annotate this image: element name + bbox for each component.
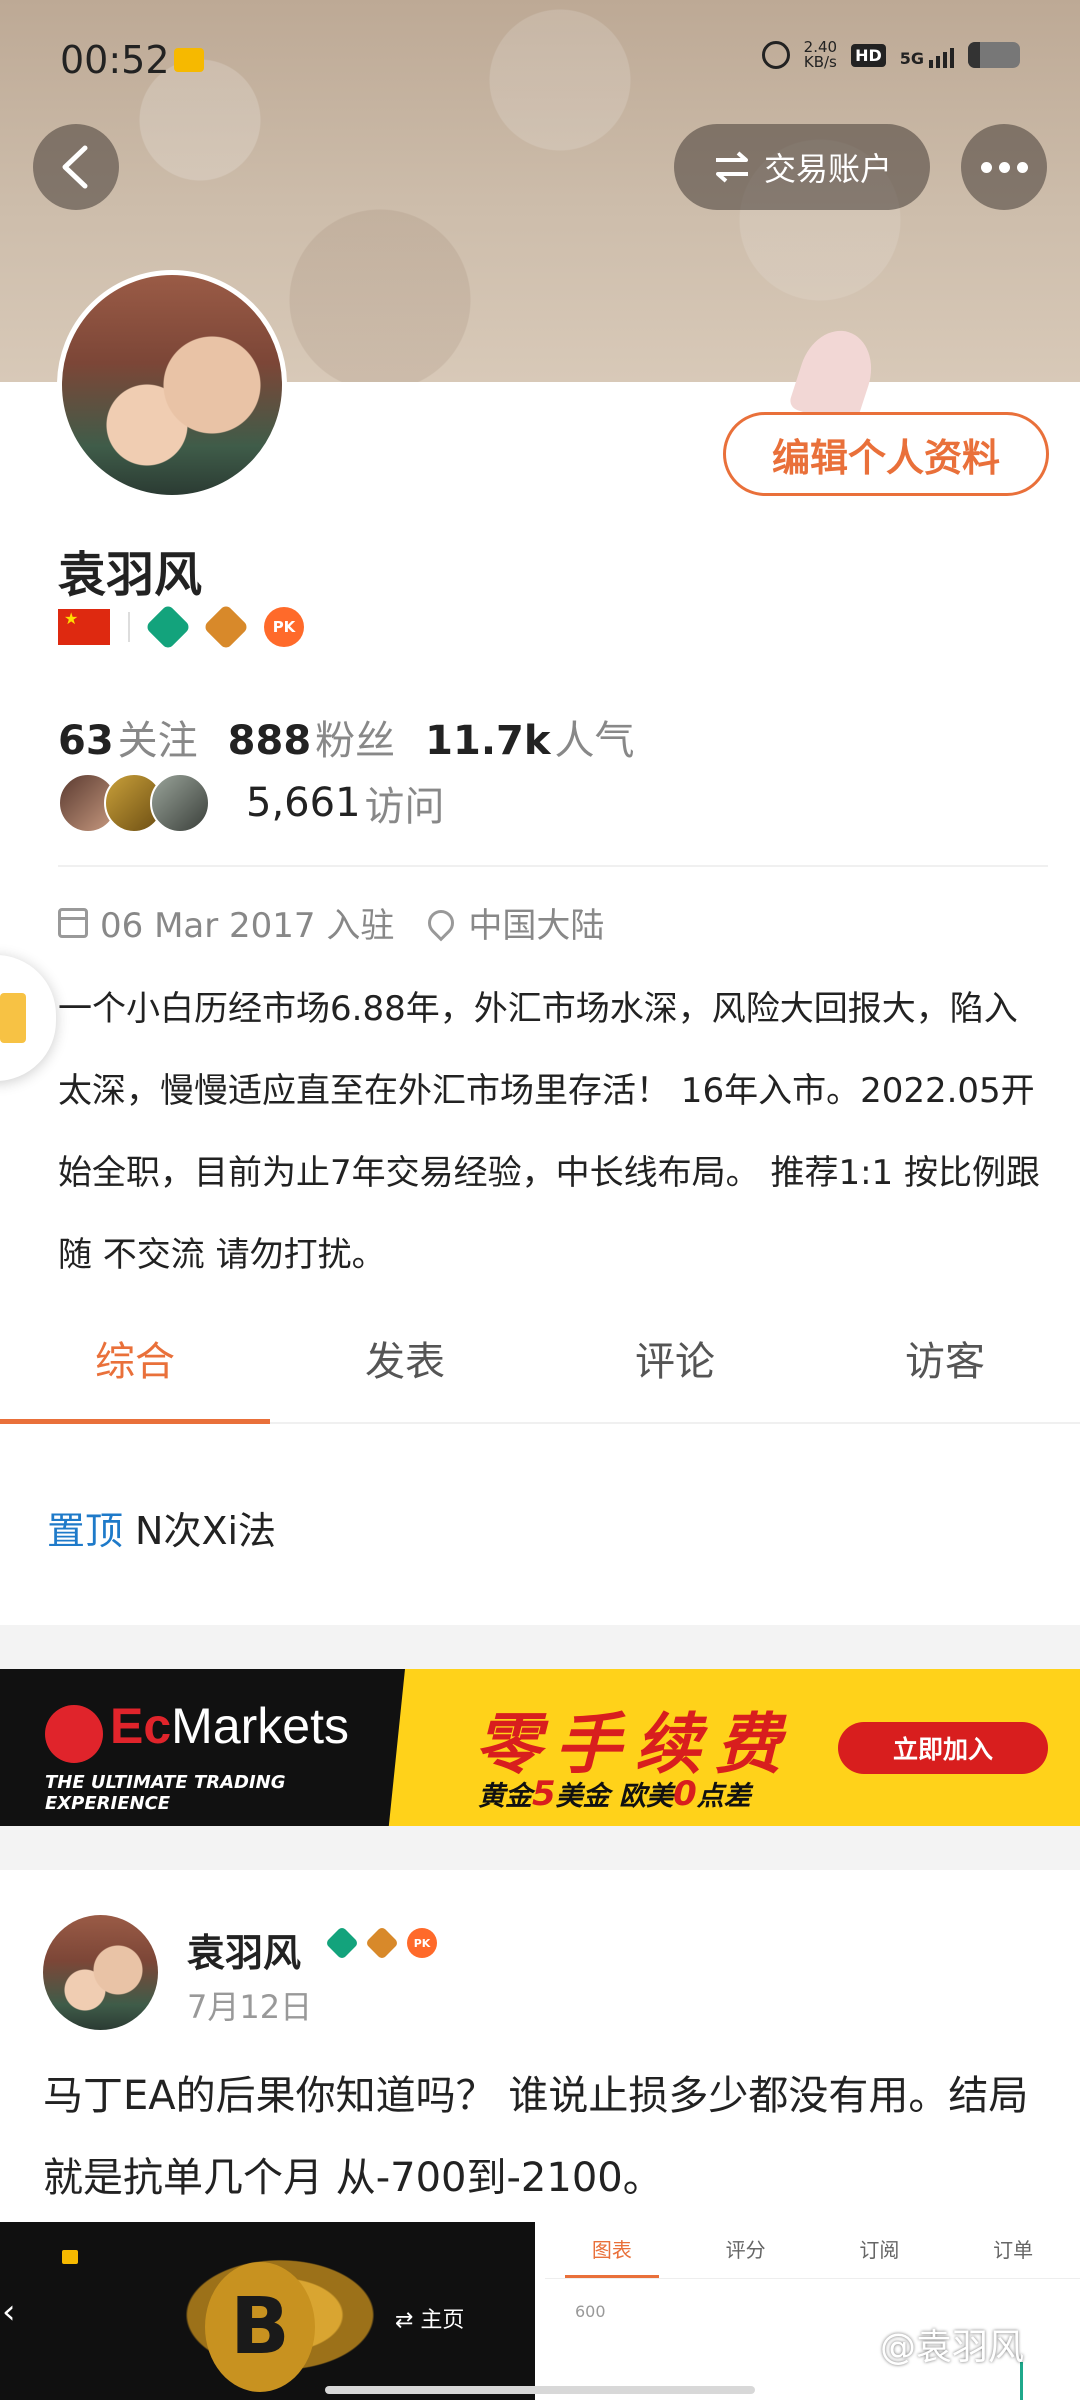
image-home-label: ⇄ 主页 bbox=[395, 2308, 465, 2333]
post-author-badges: PK bbox=[325, 1926, 437, 1960]
profile-meta: 06 Mar 2017 入驻 中国大陆 bbox=[58, 898, 604, 947]
post-image-2[interactable]: 图表 评分 订阅 订单 600 bbox=[545, 2222, 1080, 2400]
post-author-avatar[interactable] bbox=[43, 1915, 158, 2030]
post-author-name[interactable]: 袁羽风 bbox=[187, 1922, 301, 1977]
profile-tabs: 综合 发表 评论 访客 bbox=[0, 1302, 1080, 1424]
status-time: 00:52 bbox=[60, 38, 170, 82]
edit-profile-button[interactable]: 编辑个人资料 bbox=[723, 412, 1049, 496]
dot-icon bbox=[980, 161, 992, 173]
tab-comments[interactable]: 评论 bbox=[540, 1302, 810, 1422]
verified-badge-icon bbox=[325, 1926, 359, 1960]
pinned-title: N次Xi法 bbox=[135, 1509, 277, 1553]
trade-account-label: 交易账户 bbox=[763, 150, 892, 188]
post-image-1[interactable]: ‹ B ⇄ 主页 bbox=[0, 2222, 535, 2400]
back-button[interactable] bbox=[33, 124, 119, 210]
image-tab: 订阅 bbox=[859, 2238, 900, 2262]
star-badge-icon[interactable] bbox=[202, 603, 250, 651]
pk-badge-icon: PK bbox=[407, 1928, 437, 1958]
calendar-icon bbox=[58, 907, 88, 938]
join-date: 06 Mar 2017 入驻 bbox=[100, 906, 395, 946]
tab-visitors[interactable]: 访客 bbox=[810, 1302, 1080, 1422]
more-options-button[interactable] bbox=[961, 124, 1047, 210]
fans-label[interactable]: 粉丝 bbox=[315, 708, 395, 766]
fans-count[interactable]: 888 bbox=[228, 718, 312, 764]
swap-icon bbox=[715, 151, 748, 183]
following-count[interactable]: 63 bbox=[58, 718, 114, 764]
section-separator bbox=[0, 1826, 1080, 1870]
status-icons: 2.40 KB/s HD 5G bbox=[761, 38, 1020, 71]
image-axis-label: 600 bbox=[575, 2302, 606, 2321]
post-text[interactable]: 马丁EA的后果你知道吗？ 谁说止损多少都没有用。结局就是抗单几个月 从-700到… bbox=[43, 2055, 1043, 2219]
image-tab: 图表 bbox=[545, 2222, 679, 2278]
trade-account-button[interactable]: 交易账户 bbox=[674, 124, 930, 210]
ecmarkets-logo-icon bbox=[45, 1705, 103, 1763]
profile-name: 袁羽风 bbox=[58, 547, 203, 603]
dot-icon bbox=[998, 161, 1010, 173]
profile-avatar[interactable] bbox=[57, 270, 287, 500]
pinned-post[interactable]: 置顶 N次Xi法 bbox=[47, 1500, 276, 1555]
signal-icon: 5G bbox=[900, 42, 954, 68]
tab-posts[interactable]: 发表 bbox=[270, 1302, 540, 1422]
verified-badge-icon[interactable] bbox=[144, 603, 192, 651]
back-chevron-icon: ‹ bbox=[2, 2292, 16, 2332]
visits-label: 访问 bbox=[364, 784, 445, 830]
status-bar: 00:52 2.40 KB/s HD 5G bbox=[0, 0, 1080, 120]
pinned-tag: 置顶 bbox=[47, 1509, 124, 1553]
notification-icon bbox=[62, 2250, 78, 2264]
following-label[interactable]: 关注 bbox=[118, 708, 198, 766]
ad-brand: EcMarkets bbox=[110, 1698, 349, 1754]
location: 中国大陆 bbox=[468, 906, 605, 946]
ad-subline: 黄金5美金 欧美0点差 bbox=[478, 1774, 751, 1814]
image-tab: 订单 bbox=[993, 2238, 1034, 2262]
visits-count: 5,661 bbox=[246, 780, 361, 826]
profile-badges: PK bbox=[58, 603, 304, 651]
hd-icon: HD bbox=[851, 43, 886, 67]
popularity-label: 人气 bbox=[554, 718, 635, 764]
home-indicator[interactable] bbox=[325, 2386, 755, 2394]
profile-stats: 63 关注 888 粉丝 11.7k 人气 bbox=[58, 708, 664, 766]
image-tabs: 图表 评分 订阅 订单 bbox=[545, 2222, 1080, 2279]
divider bbox=[128, 612, 130, 642]
chevron-left-icon bbox=[62, 145, 88, 189]
bitcoin-icon: B bbox=[205, 2262, 315, 2392]
star-badge-icon bbox=[365, 1926, 399, 1960]
mail-notification-icon bbox=[174, 48, 204, 72]
network-speed: 2.40 KB/s bbox=[803, 38, 838, 71]
pk-badge-icon[interactable]: PK bbox=[264, 607, 304, 647]
china-flag-icon bbox=[58, 609, 110, 645]
post-date: 7月12日 bbox=[187, 1988, 313, 2026]
ad-brand-panel: EcMarkets THE ULTIMATE TRADING EXPERIENC… bbox=[0, 1669, 405, 1826]
dot-icon bbox=[1016, 161, 1028, 173]
location-pin-icon bbox=[422, 904, 460, 941]
ad-banner[interactable]: EcMarkets THE ULTIMATE TRADING EXPERIENC… bbox=[0, 1669, 1080, 1826]
profile-bio: 一个小白历经市场6.88年，外汇市场水深，风险大回报大，陷入太深，慢慢适应直至在… bbox=[58, 989, 1040, 1275]
ad-tagline: THE ULTIMATE TRADING EXPERIENCE bbox=[45, 1772, 286, 1814]
battery-icon bbox=[968, 42, 1020, 68]
visitors-row[interactable]: 5,661 访问 bbox=[58, 773, 445, 833]
watermark: @袁羽风 bbox=[880, 2327, 1025, 2368]
floating-side-widget[interactable] bbox=[0, 955, 56, 1081]
section-separator bbox=[0, 1625, 1080, 1669]
image-tab: 评分 bbox=[725, 2238, 766, 2262]
ad-join-button[interactable]: 立即加入 bbox=[838, 1722, 1048, 1774]
visitor-avatar bbox=[150, 773, 210, 833]
popularity-count: 11.7k bbox=[425, 718, 551, 764]
divider bbox=[58, 865, 1048, 867]
alarm-icon bbox=[761, 41, 790, 69]
ad-headline: 零手续费 bbox=[475, 1706, 795, 1783]
tab-overview[interactable]: 综合 bbox=[0, 1302, 270, 1424]
